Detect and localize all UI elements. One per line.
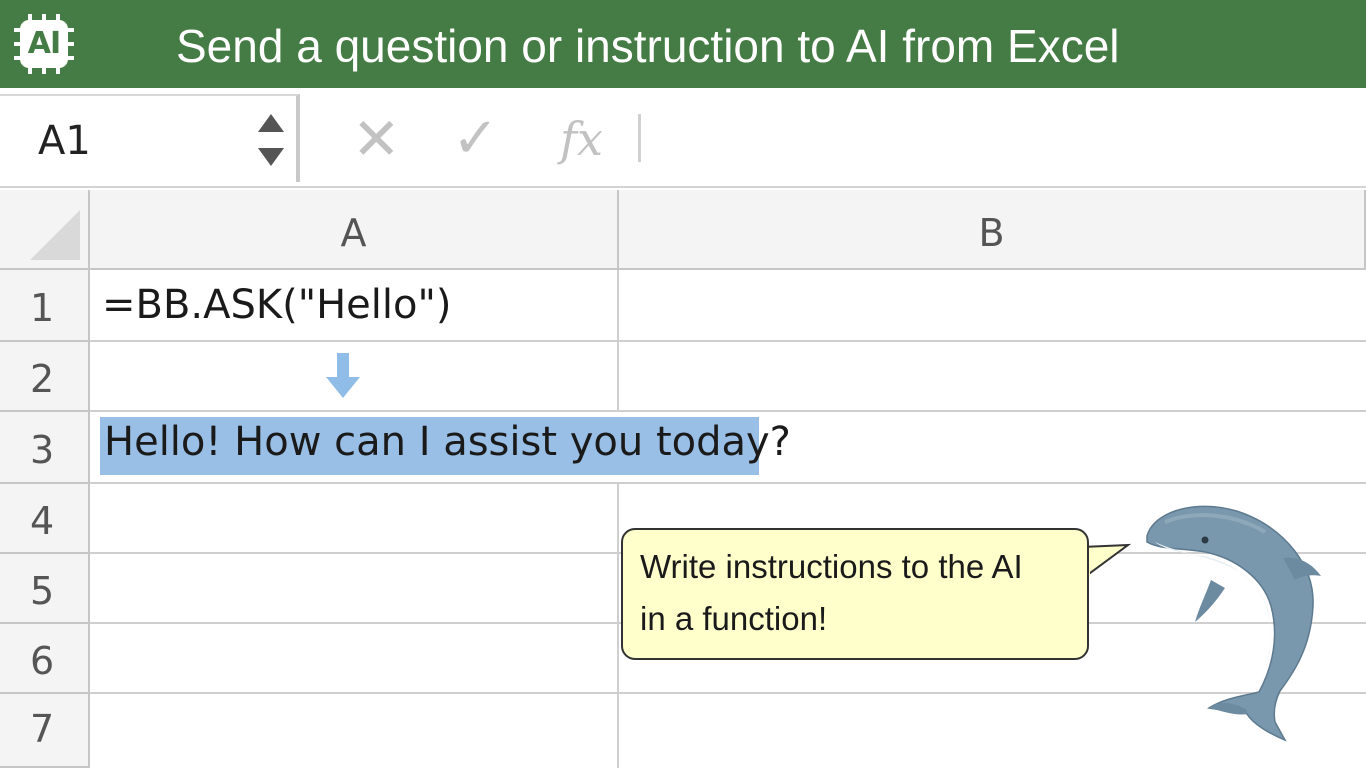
row-header-6[interactable]: 6: [0, 624, 90, 694]
formula-bar: A1 ✕ ✓ fx: [0, 88, 1366, 188]
cell-a5[interactable]: [90, 554, 619, 624]
formula-bar-divider: [638, 114, 641, 162]
ai-chip-icon: AI: [14, 14, 74, 74]
cell-a3-result: Hello! How can I assist you today?: [104, 419, 791, 465]
checkmark-icon[interactable]: ✓: [452, 110, 499, 168]
callout-line-1: Write instructions to the AI: [640, 548, 1023, 585]
page-title: Send a question or instruction to AI fro…: [176, 20, 1120, 72]
row-header-5[interactable]: 5: [0, 554, 90, 624]
arrow-down-icon: [326, 353, 360, 398]
cell-a4[interactable]: [90, 484, 619, 554]
cell-a1-formula: =BB.ASK("Hello"): [102, 282, 452, 328]
cell-a7[interactable]: [90, 694, 619, 768]
row-header-1[interactable]: 1: [0, 270, 90, 342]
title-bar: AI Send a question or instruction to AI …: [0, 0, 1366, 88]
spin-up-icon[interactable]: [258, 114, 284, 132]
callout-tail: [1082, 543, 1132, 581]
app-icon-text: AI: [27, 26, 61, 61]
function-icon[interactable]: fx: [560, 110, 603, 168]
cell-b2[interactable]: [619, 342, 1366, 412]
dolphin-illustration: [1146, 505, 1321, 742]
name-box-value[interactable]: A1: [38, 118, 91, 164]
column-header-b[interactable]: B: [619, 190, 1366, 270]
row-header-4[interactable]: 4: [0, 484, 90, 554]
column-header-a[interactable]: A: [90, 190, 619, 270]
row-header-7[interactable]: 7: [0, 694, 90, 768]
close-icon[interactable]: ✕: [352, 110, 401, 168]
row-header-3[interactable]: 3: [0, 412, 90, 484]
row-header-2[interactable]: 2: [0, 342, 90, 412]
select-all-corner[interactable]: [0, 190, 90, 270]
spin-down-icon[interactable]: [258, 148, 284, 166]
callout-line-2: in a function!: [640, 600, 828, 637]
cell-b1[interactable]: [619, 270, 1366, 342]
name-box[interactable]: A1: [0, 94, 300, 182]
cell-a6[interactable]: [90, 624, 619, 694]
